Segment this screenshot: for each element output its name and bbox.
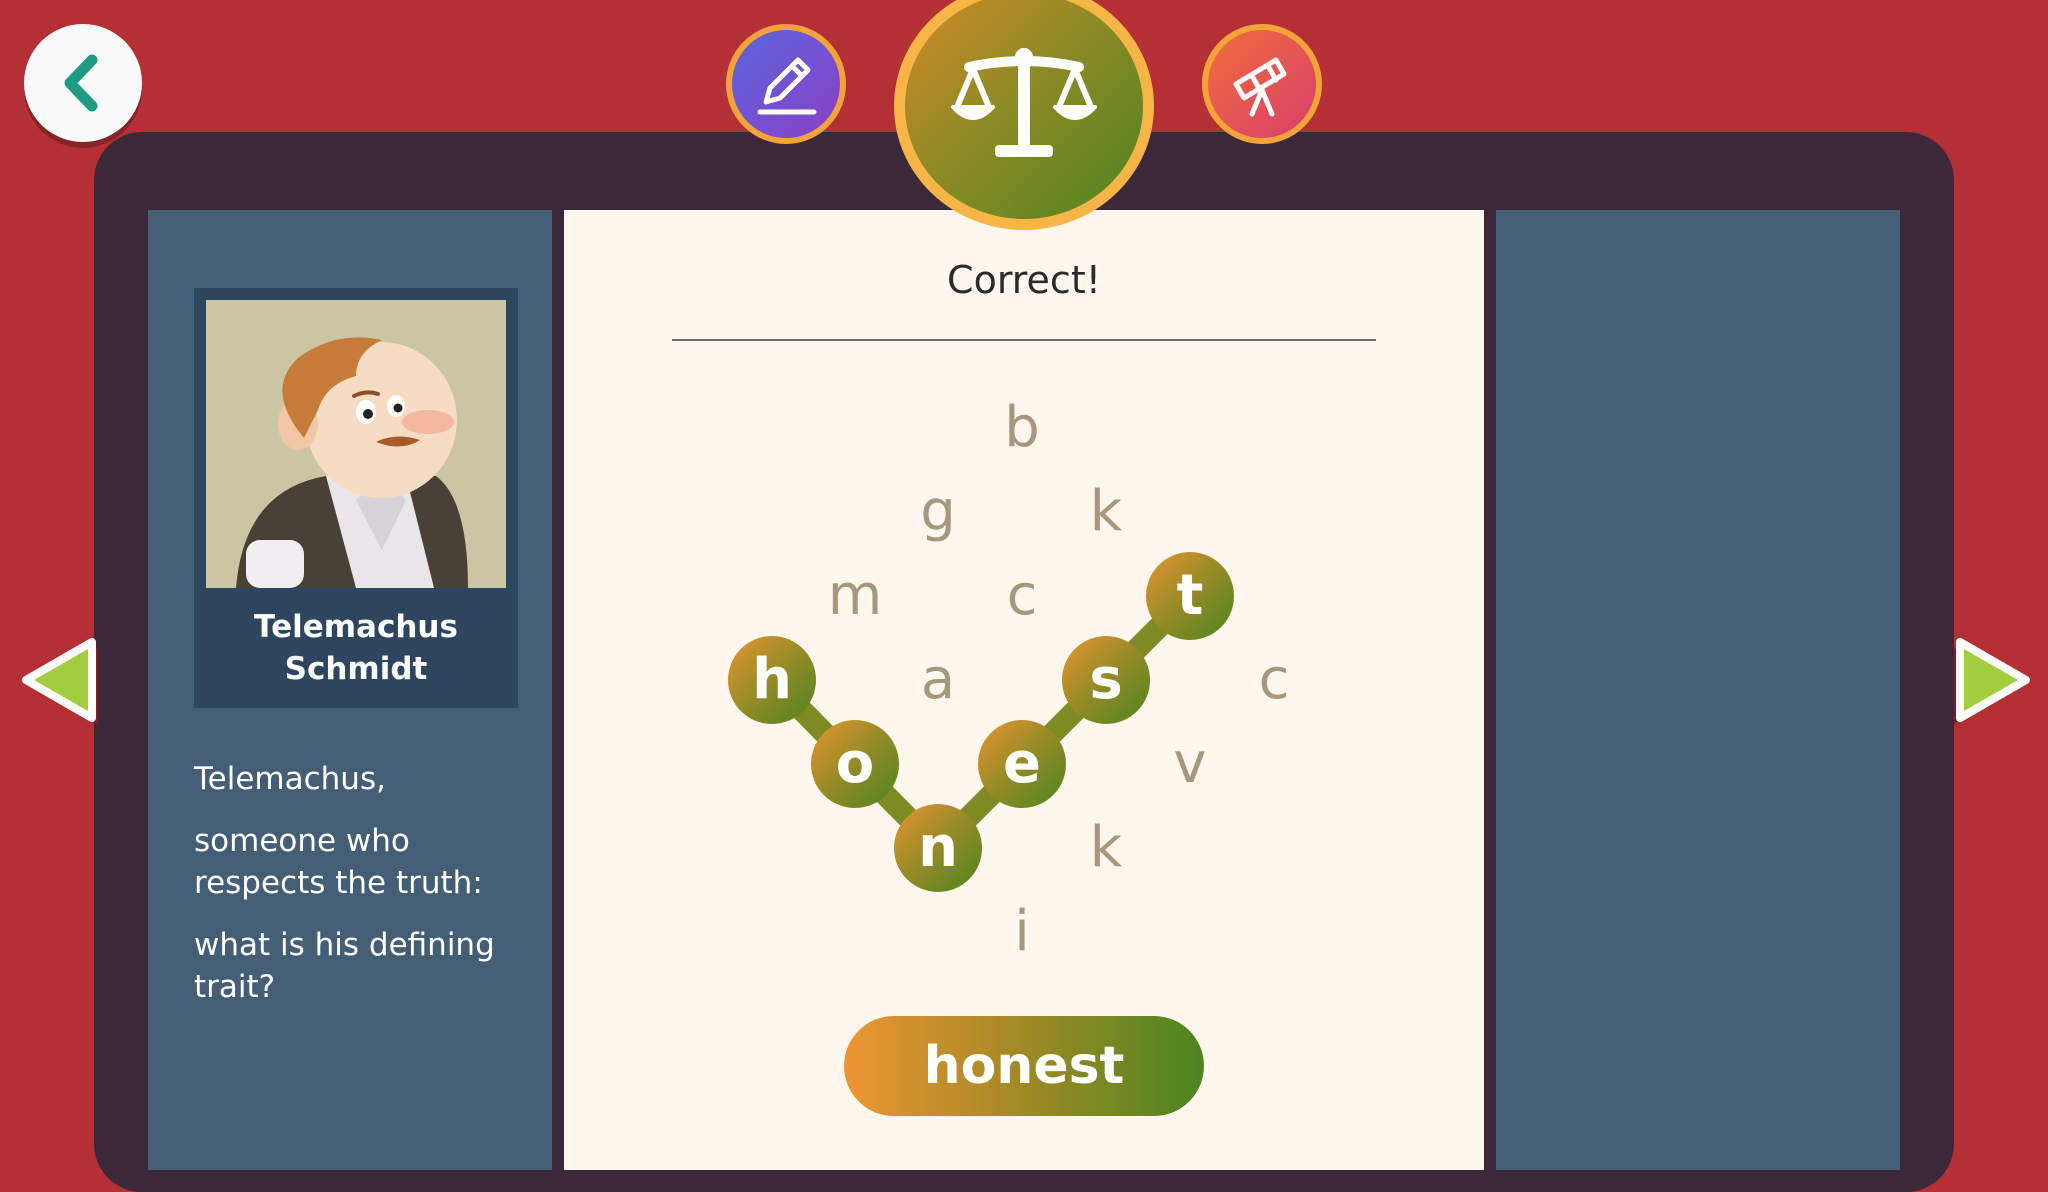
right-panel: [1496, 210, 1900, 1170]
previous-arrow-button[interactable]: [18, 636, 114, 732]
letter-tile[interactable]: s: [1089, 647, 1122, 712]
letter-tile[interactable]: t: [1177, 563, 1204, 628]
scale-icon: [951, 48, 1097, 157]
prompt-question: what is his defining trait?: [194, 927, 495, 1005]
letter-board: bg km ch a stco e vn ki: [728, 395, 1290, 964]
telescope-icon: [1233, 57, 1287, 117]
divider: [672, 339, 1376, 341]
mode-explore-button[interactable]: [1202, 24, 1322, 144]
letter-tile[interactable]: g: [920, 479, 956, 544]
back-button[interactable]: [24, 24, 142, 142]
character-name: Telemachus Schmidt: [194, 606, 518, 690]
answer-button[interactable]: honest: [844, 1016, 1204, 1116]
prompt-addressee: Telemachus,: [194, 761, 386, 797]
letter-tile[interactable]: k: [1090, 479, 1123, 544]
chevron-left-icon: [64, 54, 98, 112]
letter-tile[interactable]: o: [836, 731, 874, 796]
letter-tile[interactable]: m: [828, 563, 883, 628]
letter-tile[interactable]: b: [1004, 395, 1040, 460]
letter-tile[interactable]: e: [1003, 731, 1041, 796]
prompt-clue: someone who respects the truth:: [194, 823, 483, 901]
mode-write-button[interactable]: [726, 24, 846, 144]
letter-tile[interactable]: c: [1259, 647, 1290, 712]
character-portrait: [206, 300, 506, 588]
letter-tile[interactable]: n: [918, 815, 958, 880]
letter-tile[interactable]: v: [1173, 731, 1206, 796]
next-arrow-button[interactable]: [1938, 636, 2034, 732]
letter-tile[interactable]: h: [752, 647, 792, 712]
character-name-line2: Schmidt: [284, 651, 428, 687]
pencil-icon: [757, 57, 817, 115]
letter-tile[interactable]: c: [1007, 563, 1038, 628]
letter-tile[interactable]: k: [1090, 815, 1123, 880]
letter-tile[interactable]: i: [1014, 899, 1030, 964]
word-path: [761, 585, 1201, 859]
letter-tile[interactable]: a: [921, 647, 955, 712]
character-name-line1: Telemachus: [254, 609, 458, 645]
result-status: Correct!: [947, 258, 1101, 302]
character-card: Telemachus Schmidt: [194, 288, 518, 708]
